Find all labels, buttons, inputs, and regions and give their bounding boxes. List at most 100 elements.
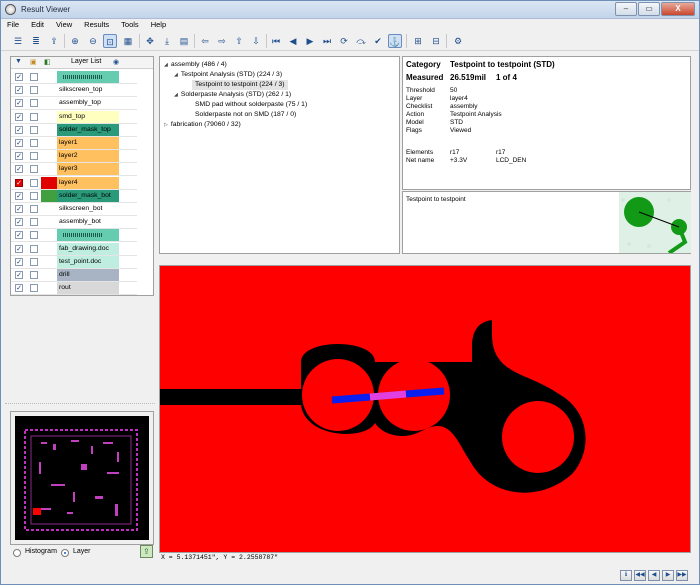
layer-active-checkbox[interactable]: ✓ bbox=[15, 284, 23, 293]
layer-color-swatch[interactable] bbox=[41, 176, 57, 189]
board-overview[interactable] bbox=[10, 411, 154, 545]
tree-item-smd-pad-without-solderpaste[interactable]: SMD pad without solderpaste (75 / 1) bbox=[195, 100, 307, 110]
layer-color-swatch[interactable] bbox=[41, 124, 57, 136]
layer-active-checkbox[interactable]: ✓ bbox=[15, 257, 23, 266]
layer-active-checkbox[interactable]: ✓ bbox=[15, 178, 23, 187]
layer-row[interactable]: ✓ assembly_bot bbox=[11, 216, 137, 230]
panel-splitter[interactable] bbox=[5, 403, 155, 407]
layer-active-checkbox[interactable]: ✓ bbox=[15, 165, 23, 174]
layer-visible-checkbox[interactable] bbox=[30, 139, 38, 147]
next-result-icon[interactable]: ⤼ bbox=[354, 34, 368, 48]
first-icon[interactable]: ⏮ bbox=[269, 34, 283, 48]
layer-row[interactable]: ✓ drill bbox=[11, 269, 137, 282]
layer-visible-checkbox[interactable] bbox=[30, 73, 38, 81]
layer-color-swatch[interactable] bbox=[41, 256, 57, 268]
compare-icon[interactable]: ⊟ bbox=[429, 34, 443, 48]
refresh-icon[interactable]: ⟳ bbox=[337, 34, 351, 48]
arrow-down-icon[interactable]: ⇩ bbox=[249, 34, 263, 48]
play-icon[interactable]: ▶ bbox=[662, 570, 674, 581]
maximize-button[interactable]: ▭ bbox=[638, 2, 660, 16]
tree-item-assembly[interactable]: ◢ assembly (486 / 4) bbox=[164, 60, 227, 70]
layer-row[interactable]: ✓ assembly_top bbox=[11, 97, 137, 111]
settings-icon[interactable]: ⚙ bbox=[451, 34, 465, 48]
arrow-right-icon[interactable]: ⇨ bbox=[215, 34, 229, 48]
layer-color-swatch[interactable] bbox=[41, 111, 57, 123]
view-splitter[interactable] bbox=[159, 257, 691, 262]
layer-color-swatch[interactable] bbox=[41, 163, 57, 175]
layer-visible-checkbox[interactable] bbox=[30, 191, 38, 200]
select-down-icon[interactable]: ⤓ bbox=[160, 34, 174, 48]
layer-color-swatch[interactable] bbox=[41, 71, 57, 83]
arrow-left-icon[interactable]: ⇦ bbox=[198, 34, 212, 48]
arrow-up-icon[interactable]: ⇧ bbox=[232, 34, 246, 48]
play-back-icon[interactable]: ◀ bbox=[648, 570, 660, 581]
layer-visible-checkbox[interactable] bbox=[30, 99, 38, 108]
menu-tools[interactable]: Tools bbox=[115, 19, 145, 31]
layer-visible-checkbox[interactable] bbox=[30, 152, 38, 161]
layers-icon[interactable]: ◧ bbox=[44, 58, 51, 66]
layer-active-checkbox[interactable]: ✓ bbox=[15, 86, 23, 95]
layer-color-swatch[interactable] bbox=[41, 229, 57, 241]
layer-row[interactable]: ✓ bbox=[11, 229, 137, 243]
tree-item-fabrication[interactable]: ▷ fabrication (79060 / 32) bbox=[164, 120, 241, 130]
filter-icon[interactable]: ▼ bbox=[15, 58, 22, 65]
rewind-icon[interactable]: ◀◀ bbox=[634, 570, 646, 581]
close-button[interactable]: X bbox=[661, 2, 695, 16]
layer-color-swatch[interactable] bbox=[41, 243, 57, 255]
layer-color-swatch[interactable] bbox=[41, 189, 57, 202]
layer-visible-checkbox[interactable] bbox=[30, 218, 38, 227]
layer-radio[interactable] bbox=[61, 549, 69, 557]
layer-visible-checkbox[interactable] bbox=[30, 257, 38, 266]
layer-color-swatch[interactable] bbox=[41, 84, 57, 96]
layer-active-checkbox[interactable]: ✓ bbox=[15, 191, 23, 200]
layer-visible-checkbox[interactable] bbox=[30, 112, 38, 121]
layer-visible-checkbox[interactable] bbox=[30, 86, 38, 95]
fast-forward-icon[interactable]: ▶▶ bbox=[676, 570, 688, 581]
layer-visible-checkbox[interactable] bbox=[30, 231, 38, 240]
layer-row[interactable]: ✓ rout bbox=[11, 282, 137, 296]
layer-row[interactable]: ✓ layer4 bbox=[11, 176, 137, 190]
zoom-out-icon[interactable]: ⊖ bbox=[86, 34, 100, 48]
grid-icon[interactable]: ▦ bbox=[121, 34, 135, 48]
layer-active-checkbox[interactable]: ✓ bbox=[15, 231, 23, 240]
layer-visible-checkbox[interactable] bbox=[30, 178, 38, 187]
check-icon[interactable]: ✔ bbox=[371, 34, 385, 48]
layer-visible-checkbox[interactable] bbox=[30, 271, 38, 279]
layer-color-swatch[interactable] bbox=[41, 203, 57, 215]
lock-icon[interactable]: ▣ bbox=[30, 58, 37, 66]
menu-view[interactable]: View bbox=[50, 19, 78, 31]
layer-color-swatch[interactable] bbox=[41, 216, 57, 228]
layer-visible-checkbox[interactable] bbox=[30, 284, 38, 293]
layer-color-swatch[interactable] bbox=[41, 150, 57, 162]
layer-visible-checkbox[interactable] bbox=[30, 125, 38, 134]
layer-active-checkbox[interactable]: ✓ bbox=[15, 99, 23, 108]
menu-file[interactable]: File bbox=[1, 19, 25, 31]
menu-results[interactable]: Results bbox=[78, 19, 115, 31]
checklist-icon[interactable]: ≣ bbox=[29, 34, 43, 48]
info-icon[interactable]: ℹ bbox=[620, 570, 632, 581]
layer-color-swatch[interactable] bbox=[41, 137, 57, 149]
layer-row[interactable]: ✓ silkscreen_top bbox=[11, 84, 137, 98]
layer-active-checkbox[interactable]: ✓ bbox=[15, 244, 23, 253]
collapse-icon[interactable]: ◢ bbox=[164, 62, 168, 68]
layer-active-checkbox[interactable]: ✓ bbox=[15, 139, 23, 147]
layer-active-checkbox[interactable]: ✓ bbox=[15, 152, 23, 161]
eye-icon[interactable]: ◉ bbox=[113, 58, 119, 66]
export-icon[interactable]: ⇪ bbox=[47, 34, 61, 48]
minimize-button[interactable]: – bbox=[615, 2, 637, 16]
layer-active-checkbox[interactable]: ✓ bbox=[15, 218, 23, 227]
expand-icon[interactable]: ▷ bbox=[164, 122, 168, 128]
next-icon[interactable]: ▶ bbox=[303, 34, 317, 48]
last-icon[interactable]: ⏭ bbox=[320, 34, 334, 48]
layer-color-swatch[interactable] bbox=[41, 282, 57, 294]
tree-item-solderpaste-analysis[interactable]: ◢ Solderpaste Analysis (STD) (262 / 1) bbox=[174, 90, 291, 100]
layer-active-checkbox[interactable]: ✓ bbox=[15, 271, 23, 279]
zoom-in-icon[interactable]: ⊕ bbox=[68, 34, 82, 48]
tree-item-testpoint-to-testpoint[interactable]: Testpoint to testpoint (224 / 3) bbox=[192, 80, 288, 90]
collapse-icon[interactable]: ◢ bbox=[174, 92, 178, 98]
layer-row[interactable]: ✓ layer2 bbox=[11, 150, 137, 164]
layer-row[interactable]: ✓ solder_mask_top bbox=[11, 123, 137, 137]
layout-icon[interactable]: ⊞ bbox=[411, 34, 425, 48]
pcb-canvas[interactable] bbox=[159, 265, 691, 553]
tree-item-solderpaste-not-on-smd[interactable]: Solderpaste not on SMD (187 / 0) bbox=[195, 110, 296, 120]
